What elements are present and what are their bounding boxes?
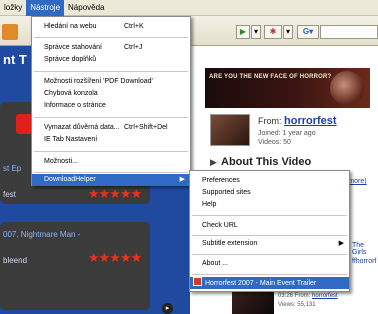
tools-menu: Hledání na webu Ctrl+K Správce stahování… bbox=[31, 16, 191, 186]
menu-bookmarks[interactable]: ložky bbox=[0, 0, 26, 16]
menu-item-help[interactable]: Help bbox=[190, 199, 349, 211]
downloadhelper-submenu: Preferences Supported sites Help Check U… bbox=[189, 170, 350, 292]
menu-item-label: DownloadHelper bbox=[44, 176, 96, 183]
google-search-button[interactable]: G▾ bbox=[297, 25, 319, 39]
menu-item-label: Supported sites bbox=[202, 189, 251, 196]
video-duration-text: 03:26 From: horrorfest bbox=[278, 293, 338, 299]
menu-item-label: Help bbox=[202, 201, 217, 208]
menu-item-label: IE Tab Nastavení bbox=[44, 136, 98, 143]
menu-bar: ložky Nástroje Nápověda bbox=[0, 0, 378, 16]
related-video-thumb[interactable] bbox=[232, 290, 274, 314]
menu-item-pdf-options[interactable]: Možnosti rozšíření 'PDF Download' bbox=[32, 76, 190, 88]
profile-thumbnail[interactable] bbox=[210, 114, 250, 146]
menu-item-supported-sites[interactable]: Supported sites bbox=[190, 187, 349, 199]
author-link[interactable]: horrorfest bbox=[312, 293, 338, 299]
go-dropdown-button[interactable]: ▾ bbox=[251, 25, 261, 39]
menu-item-label: Správce stahování bbox=[44, 44, 102, 51]
menu-item-label: About ... bbox=[202, 260, 229, 267]
page-title: nt T bbox=[3, 52, 27, 67]
menu-separator bbox=[192, 215, 347, 216]
menu-separator bbox=[192, 254, 347, 255]
banner-text: ARE YOU THE NEW FACE OF HORROR? bbox=[209, 74, 332, 80]
menu-item-clear-private-data[interactable]: Vymazat důvěrná data... Ctrl+Shift+Del bbox=[32, 122, 190, 134]
horror-banner[interactable]: ARE YOU THE NEW FACE OF HORROR? bbox=[205, 68, 370, 108]
menu-item-label: Hledání na webu bbox=[44, 23, 97, 30]
menu-separator bbox=[34, 117, 188, 118]
menu-separator bbox=[192, 235, 347, 236]
video-author[interactable]: fest bbox=[3, 190, 16, 199]
menu-separator bbox=[34, 151, 188, 152]
menu-item-label: Informace o stránce bbox=[44, 102, 106, 109]
extension-button[interactable]: ✱ bbox=[264, 25, 282, 39]
menu-item-check-url[interactable]: Check URL bbox=[190, 220, 349, 232]
menu-item-label: Preferences bbox=[202, 177, 240, 184]
from-label: From: bbox=[258, 116, 282, 126]
author-link[interactable]: horrorfest bbox=[284, 115, 337, 127]
menu-help[interactable]: Nápověda bbox=[64, 0, 108, 16]
go-button[interactable]: ▶ bbox=[236, 25, 250, 39]
collapse-triangle-icon[interactable]: ▶ bbox=[210, 157, 217, 168]
menu-item-downloadhelper[interactable]: DownloadHelper ▶ bbox=[32, 174, 190, 186]
menu-item-preferences[interactable]: Preferences bbox=[190, 175, 349, 187]
menu-item-label: Chybová konzola bbox=[44, 90, 98, 97]
from-line: From: horrorfest bbox=[258, 115, 337, 127]
search-input[interactable] bbox=[320, 25, 378, 39]
menu-item-label: Správce doplňků bbox=[44, 56, 97, 63]
menu-item-label: Možnosti rozšíření 'PDF Download' bbox=[44, 78, 153, 85]
menu-item-addons[interactable]: Správce doplňků bbox=[32, 54, 190, 66]
menu-item-download-manager[interactable]: Správce stahování Ctrl+J bbox=[32, 42, 190, 54]
menu-item-horrorfest-trailer[interactable]: Horrorfest 2007 - Main Event Trailer bbox=[190, 277, 349, 289]
rating-stars: ★★★★★ bbox=[88, 250, 142, 265]
menu-item-label: Check URL bbox=[202, 222, 238, 229]
view-count: Views: 55,131 bbox=[278, 302, 316, 308]
menu-shortcut: Ctrl+Shift+Del bbox=[124, 124, 168, 131]
menu-separator bbox=[34, 37, 188, 38]
menu-shortcut: Ctrl+K bbox=[124, 23, 144, 30]
joined-text: Joined: 1 year ago bbox=[258, 130, 316, 137]
submenu-arrow-icon: ▶ bbox=[338, 240, 344, 247]
video-title[interactable]: st Ep bbox=[3, 164, 21, 173]
scroll-arrow-icon[interactable]: ▸ bbox=[162, 303, 173, 314]
menu-item-subtitle-extension[interactable]: Subtitle extension ▶ bbox=[190, 238, 349, 250]
menu-separator bbox=[192, 274, 347, 275]
menu-separator bbox=[34, 172, 188, 173]
duration-label: 03:26 From: bbox=[278, 293, 311, 299]
menu-item-about[interactable]: About ... bbox=[190, 258, 349, 270]
menu-shortcut: Ctrl+J bbox=[124, 44, 143, 51]
rating-stars: ★★★★★ bbox=[88, 186, 142, 201]
menu-separator bbox=[34, 71, 188, 72]
menu-tools[interactable]: Nástroje bbox=[26, 0, 65, 16]
menu-item-options[interactable]: Možnosti... bbox=[32, 156, 190, 168]
related-video-author[interactable]: ffhorrorf bbox=[352, 258, 376, 265]
menu-item-error-console[interactable]: Chybová konzola bbox=[32, 88, 190, 100]
video-author[interactable]: bleend bbox=[3, 256, 27, 265]
related-video-title[interactable]: The Girls bbox=[352, 242, 378, 256]
menu-item-label: Možnosti... bbox=[44, 158, 78, 165]
banner-face-image bbox=[330, 71, 364, 105]
menu-item-page-info[interactable]: Informace o stránce bbox=[32, 100, 190, 112]
menu-item-label: Horrorfest 2007 - Main Event Trailer bbox=[205, 280, 317, 287]
menu-item-ie-tab-settings[interactable]: IE Tab Nastavení bbox=[32, 134, 190, 146]
menu-item-label: Vymazat důvěrná data... bbox=[44, 124, 120, 131]
menu-item-label: Subtitle extension bbox=[202, 240, 258, 247]
menu-item-web-search[interactable]: Hledání na webu Ctrl+K bbox=[32, 21, 190, 33]
extension-dropdown-button[interactable]: ▾ bbox=[283, 25, 293, 39]
about-video-heading: About This Video bbox=[221, 156, 312, 168]
video-download-icon bbox=[193, 277, 202, 286]
videos-count: Videos: 50 bbox=[258, 139, 291, 146]
video-title[interactable]: 007, Nightmare Man - bbox=[3, 230, 80, 239]
home-icon[interactable] bbox=[2, 24, 18, 40]
submenu-arrow-icon: ▶ bbox=[179, 176, 185, 183]
